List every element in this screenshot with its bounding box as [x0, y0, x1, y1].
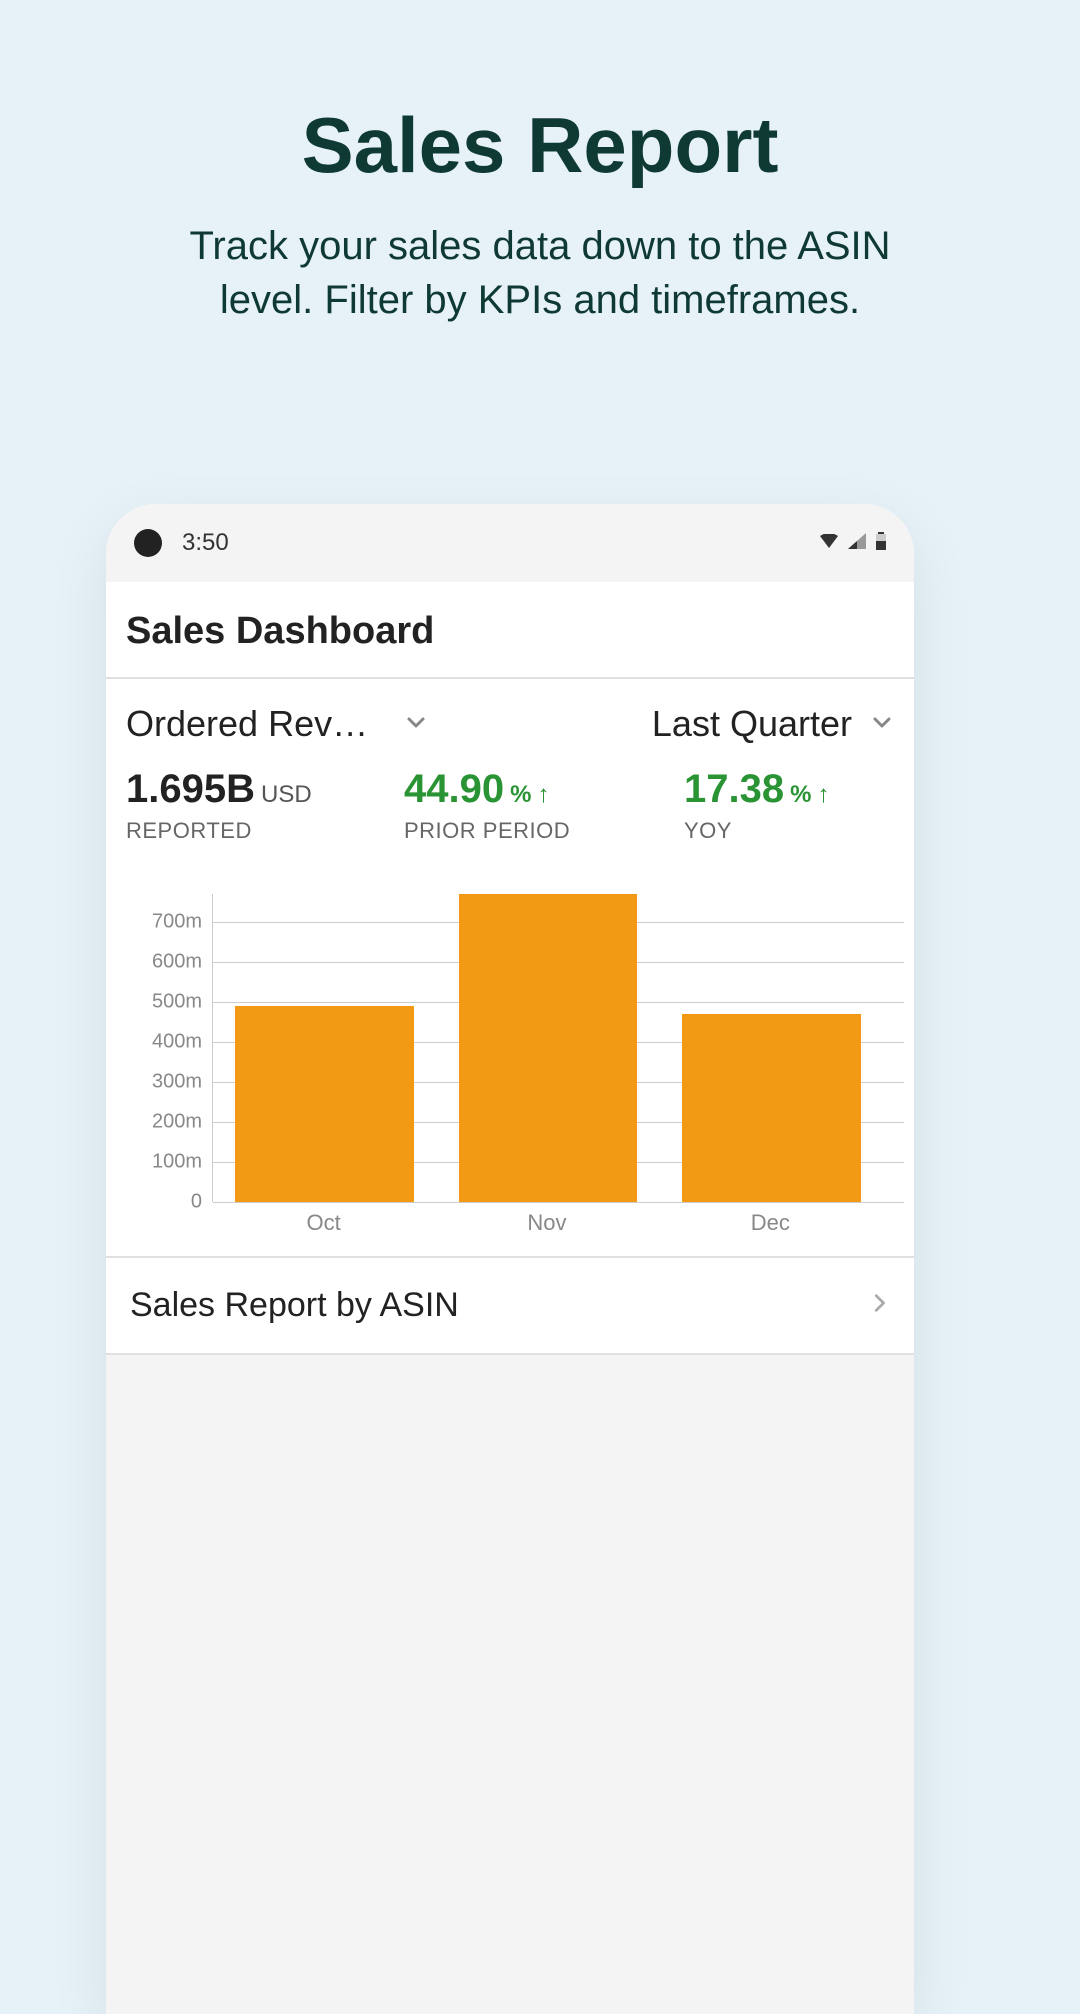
- kpi-reported-value: 1.695B: [126, 767, 255, 812]
- metric-filter-label: Ordered Reven…: [126, 703, 386, 745]
- kpi-reported-label: REPORTED: [126, 818, 394, 844]
- status-icons: [820, 532, 886, 555]
- kpi-prior-label: PRIOR PERIOD: [404, 818, 674, 844]
- kpi-prior-period: 44.90 % ↑ PRIOR PERIOD: [404, 767, 674, 844]
- chart-bar[interactable]: [682, 1014, 861, 1202]
- chart-y-tick: 0: [191, 1191, 202, 1214]
- status-camera-dot: [134, 529, 162, 557]
- chart-plot: [212, 894, 894, 1202]
- kpi-yoy: 17.38 % ↑ YOY: [684, 767, 884, 844]
- chart-x-axis: OctNovDec: [212, 1202, 894, 1236]
- chart-y-tick: 400m: [152, 1031, 202, 1054]
- kpi-reported-unit: USD: [261, 781, 312, 809]
- filter-bar: Ordered Reven… Last Quarter: [106, 679, 914, 745]
- arrow-up-icon: ↑: [537, 781, 549, 809]
- chart-gridline: [213, 1202, 904, 1203]
- chart-y-tick: 500m: [152, 991, 202, 1014]
- chevron-right-icon: [868, 1292, 890, 1319]
- kpi-prior-value: 44.90: [404, 767, 504, 812]
- arrow-up-icon: ↑: [817, 781, 829, 809]
- chart-bar[interactable]: [235, 1006, 414, 1202]
- period-filter[interactable]: Last Quarter: [652, 703, 894, 745]
- kpi-reported: 1.695B USD REPORTED: [126, 767, 394, 844]
- chart-bar[interactable]: [459, 894, 638, 1202]
- chevron-down-icon: [870, 710, 894, 739]
- kpi-yoy-unit: %: [790, 781, 811, 809]
- battery-icon: [876, 532, 886, 555]
- sales-report-by-asin-label: Sales Report by ASIN: [130, 1286, 459, 1325]
- kpi-prior-unit: %: [510, 781, 531, 809]
- kpi-row: 1.695B USD REPORTED 44.90 % ↑ PRIOR PERI…: [106, 745, 914, 854]
- chart-y-tick: 300m: [152, 1071, 202, 1094]
- status-time: 3:50: [182, 529, 229, 557]
- status-bar: 3:50: [106, 504, 914, 582]
- kpi-yoy-label: YOY: [684, 818, 884, 844]
- hero-section: Sales Report Track your sales data down …: [0, 0, 1080, 387]
- chart-x-label: Oct: [212, 1210, 435, 1236]
- kpi-yoy-value: 17.38: [684, 767, 784, 812]
- chart-x-label: Dec: [659, 1210, 882, 1236]
- period-filter-label: Last Quarter: [652, 703, 852, 745]
- dashboard-title: Sales Dashboard: [126, 610, 894, 653]
- chart-y-tick: 100m: [152, 1151, 202, 1174]
- chart-y-tick: 200m: [152, 1111, 202, 1134]
- signal-icon: [848, 533, 866, 554]
- chart-area: 700m 600m 500m 400m 300m 200m 100m 0 OctNovDec: [106, 854, 914, 1258]
- chevron-down-icon: [404, 710, 428, 739]
- phone-frame: 3:50 Sales Dashboard Ordered Reven… Last…: [106, 504, 914, 2014]
- empty-area: [106, 1355, 914, 2014]
- hero-title: Sales Report: [80, 100, 1000, 191]
- chart-y-tick: 600m: [152, 951, 202, 974]
- dashboard-header: Sales Dashboard: [106, 582, 914, 679]
- hero-subtitle: Track your sales data down to the ASIN l…: [180, 219, 900, 327]
- metric-filter[interactable]: Ordered Reven…: [126, 703, 428, 745]
- chart-x-label: Nov: [435, 1210, 658, 1236]
- sales-report-by-asin-row[interactable]: Sales Report by ASIN: [106, 1258, 914, 1355]
- chart-y-tick: 700m: [152, 911, 202, 934]
- wifi-icon: [820, 534, 838, 553]
